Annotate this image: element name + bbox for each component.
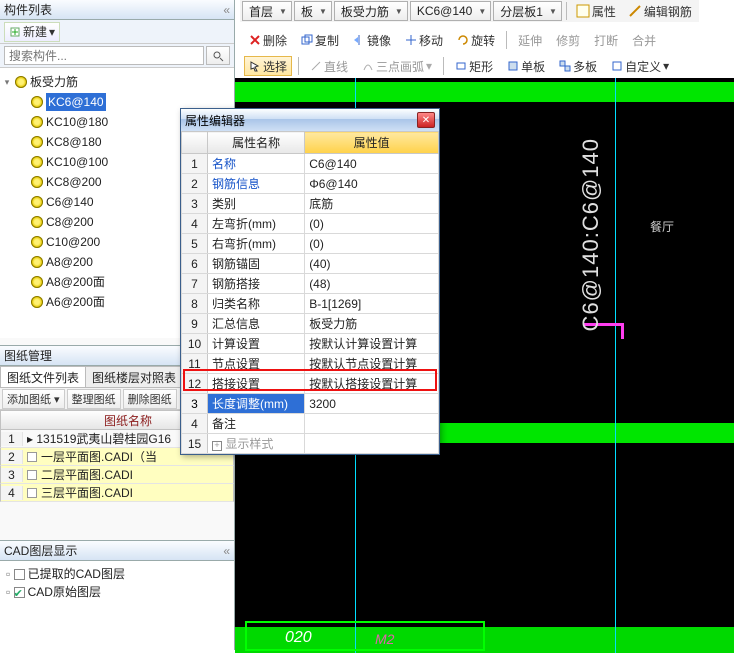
dd-floor[interactable]: 首层▼ [242, 1, 292, 21]
m-label: M2 [375, 631, 394, 647]
search-input[interactable] [4, 46, 204, 65]
property-table[interactable]: 属性名称属性值1名称C6@1402钢筋信息Φ6@1403类别底筋4左弯折(mm)… [181, 131, 439, 454]
dim-label: 020 [285, 629, 312, 647]
add-drawing-button[interactable]: 添加图纸 ▾ [2, 389, 65, 409]
mirror-button[interactable]: 镜像 [348, 30, 396, 50]
single-button[interactable]: 单板 [502, 56, 550, 76]
property-row[interactable]: 6钢筋锚固(40) [182, 254, 439, 274]
tab-floor-map[interactable]: 图纸楼层对照表 [85, 366, 183, 387]
collapse-icon[interactable]: « [223, 544, 230, 558]
rect-button[interactable]: 矩形 [450, 56, 498, 76]
multi-button[interactable]: 多板 [554, 56, 602, 76]
dd-slab[interactable]: 板▼ [294, 1, 332, 21]
dd-rebar-type[interactable]: 板受力筋▼ [334, 1, 408, 21]
property-editor-dialog: 属性编辑器 ✕ 属性名称属性值1名称C6@1402钢筋信息Φ6@1403类别底筋… [180, 108, 440, 455]
property-row[interactable]: 7钢筋搭接(48) [182, 274, 439, 294]
delete-drawing-button[interactable]: 删除图纸 [123, 389, 177, 409]
cad-layer-pane: CAD图层显示« ▫ 已提取的CAD图层▫ CAD原始图层 [0, 540, 235, 650]
table-row[interactable]: 4 三层平面图.CADI [0, 484, 234, 502]
break-button[interactable]: 打断 [589, 30, 623, 50]
trim-button[interactable]: 修剪 [551, 30, 585, 50]
checkbox[interactable] [14, 569, 25, 580]
property-row[interactable]: 1名称C6@140 [182, 154, 439, 174]
property-row[interactable]: 15+ 显示样式 [182, 434, 439, 454]
property-row[interactable]: 2钢筋信息Φ6@140 [182, 174, 439, 194]
line-button[interactable]: 直线 [305, 56, 353, 76]
cad-layer-item[interactable]: ▫ 已提取的CAD图层 [6, 565, 228, 583]
cad-layer-item[interactable]: ▫ CAD原始图层 [6, 583, 228, 601]
copy-button[interactable]: 复制 [296, 30, 344, 50]
cad-layer-title: CAD图层显示« [0, 541, 234, 561]
property-row[interactable]: 10计算设置按默认计算设置计算 [182, 334, 439, 354]
dd-item[interactable]: KC6@140▼ [410, 1, 491, 21]
dialog-titlebar[interactable]: 属性编辑器 ✕ [181, 109, 439, 131]
tree-root[interactable]: ▾板受力筋 [2, 72, 232, 92]
custom-button[interactable]: 自定义▾ [606, 56, 674, 76]
sort-drawing-button[interactable]: 整理图纸 [67, 389, 121, 409]
edit-toolbar: 删除 复制 镜像 移动 旋转 延伸 修剪 打断 合并 [240, 28, 665, 52]
rebar-marker: C6@140:C6@140 [578, 138, 604, 331]
property-row[interactable]: 8归类名称B-1[1269] [182, 294, 439, 314]
merge-button[interactable]: 合并 [627, 30, 661, 50]
extend-button[interactable]: 延伸 [513, 30, 547, 50]
prop-button[interactable]: 属性 [571, 1, 621, 21]
checkbox[interactable] [14, 587, 25, 598]
dialog-title: 属性编辑器 [185, 112, 245, 129]
property-row[interactable]: 3长度调整(mm)3200 [182, 394, 439, 414]
property-row[interactable]: 3类别底筋 [182, 194, 439, 214]
tab-file-list[interactable]: 图纸文件列表 [0, 366, 86, 387]
property-row[interactable]: 4备注 [182, 414, 439, 434]
draw-toolbar: 选择 直线 三点画弧▾ 矩形 单板 多板 自定义▾ [240, 54, 678, 78]
table-row[interactable]: 3 二层平面图.CADI [0, 466, 234, 484]
dd-layer[interactable]: 分层板1▼ [493, 1, 562, 21]
room-label: 餐厅 [650, 218, 674, 235]
arc-button[interactable]: 三点画弧▾ [357, 56, 437, 76]
collapse-icon[interactable]: « [223, 3, 230, 17]
component-list-title: 构件列表« [0, 0, 234, 20]
close-icon[interactable]: ✕ [417, 112, 435, 128]
new-button[interactable]: 新建▾ [4, 22, 60, 42]
edit-rebar-button[interactable]: 编辑钢筋 [623, 1, 697, 21]
search-button[interactable] [206, 46, 230, 65]
property-row[interactable]: 12搭接设置按默认搭接设置计算 [182, 374, 439, 394]
property-row[interactable]: 11节点设置按默认节点设置计算 [182, 354, 439, 374]
property-row[interactable]: 9汇总信息板受力筋 [182, 314, 439, 334]
delete-button[interactable]: 删除 [244, 30, 292, 50]
rotate-button[interactable]: 旋转 [452, 30, 500, 50]
context-dropdowns: 首层▼ 板▼ 板受力筋▼ KC6@140▼ 分层板1▼ 属性 编辑钢筋 [240, 0, 699, 22]
move-button[interactable]: 移动 [400, 30, 448, 50]
property-row[interactable]: 4左弯折(mm)(0) [182, 214, 439, 234]
select-button[interactable]: 选择 [244, 56, 292, 76]
property-row[interactable]: 5右弯折(mm)(0) [182, 234, 439, 254]
